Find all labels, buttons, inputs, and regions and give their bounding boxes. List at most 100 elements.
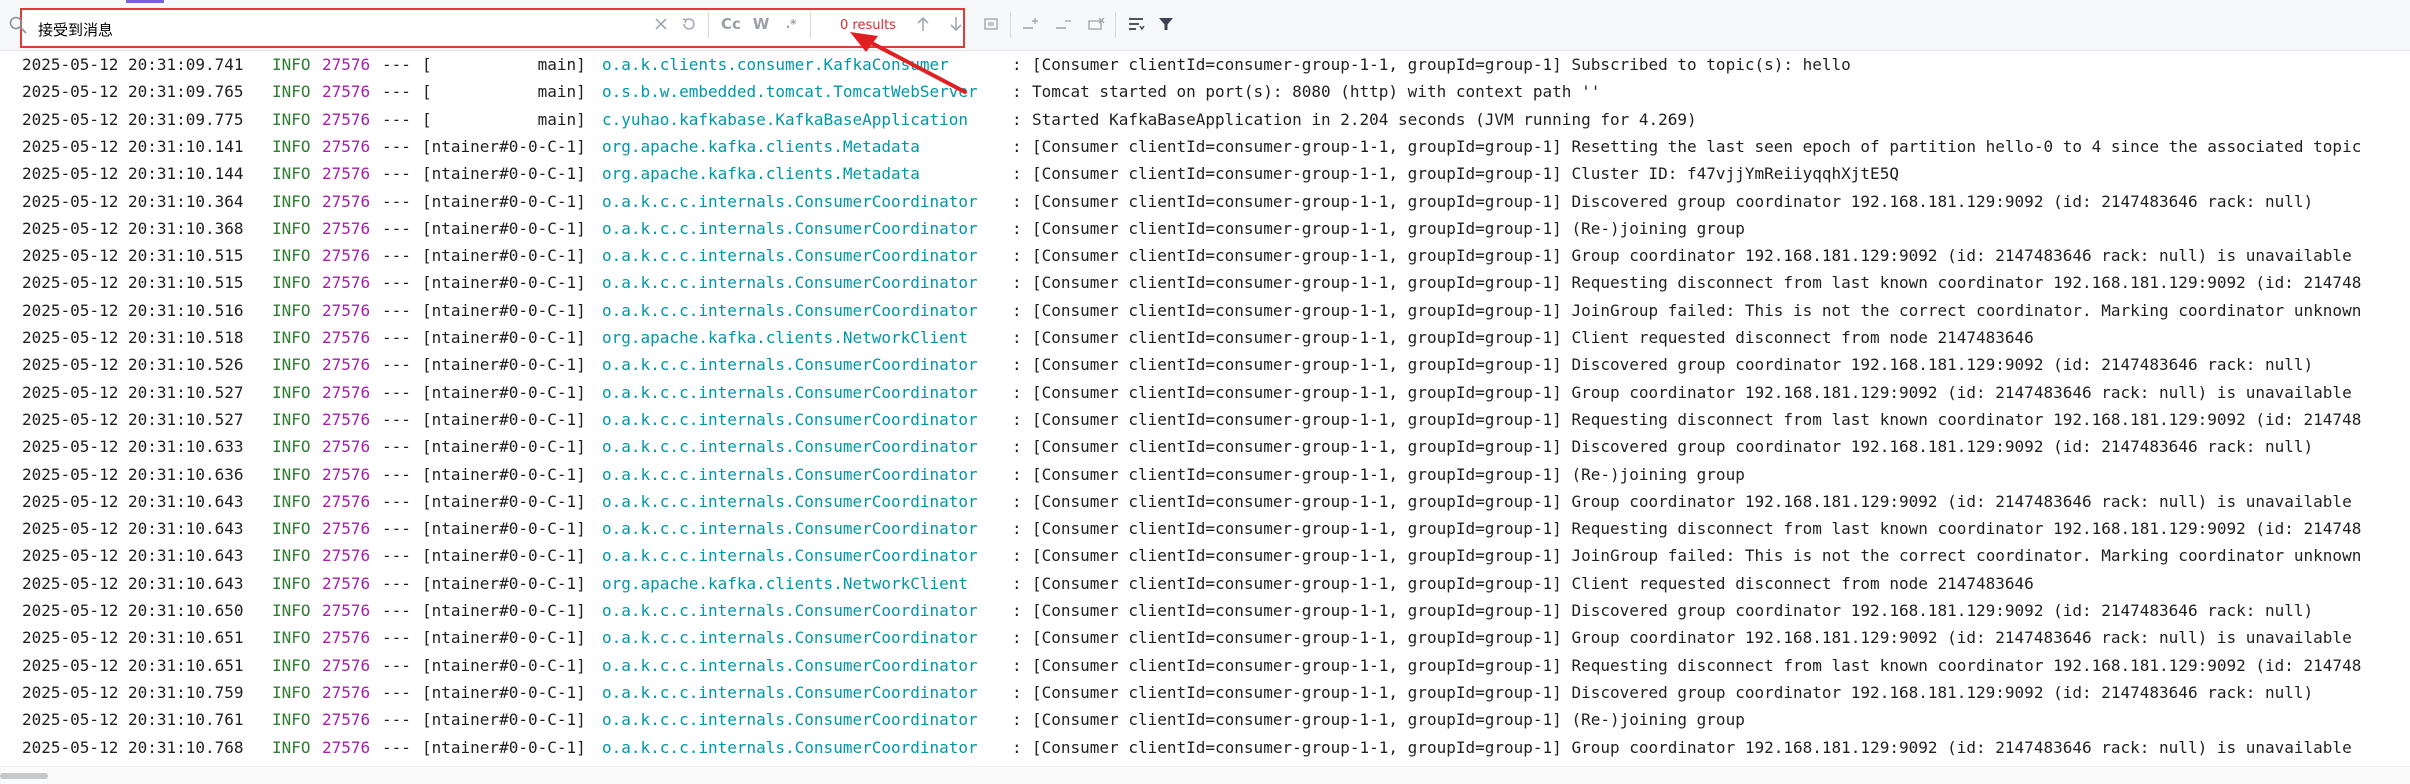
log-line: 2025-05-12 20:31:10.526 INFO 27576 --- [ntai… — [0, 351, 2410, 378]
log-timestamp: 2025-05-12 20:31:10.141 — [22, 136, 244, 156]
log-message: [Consumer clientId=consumer-group-1-1, g… — [1032, 382, 2352, 402]
regex-icon[interactable]: .* — [780, 13, 802, 35]
log-level: INFO — [272, 464, 311, 484]
log-logger: o.a.k.c.c.internals.ConsumerCoordinator — [602, 628, 978, 648]
log-colon: : — [1012, 300, 1022, 320]
log-pid: 27576 — [322, 164, 371, 184]
clear-search-icon[interactable] — [650, 13, 672, 35]
log-separator: --- — [382, 655, 411, 675]
log-colon: : — [1012, 737, 1022, 757]
log-timestamp: 2025-05-12 20:31:10.515 — [22, 246, 244, 266]
log-separator: --- — [382, 218, 411, 238]
log-message: [Consumer clientId=consumer-group-1-1, g… — [1032, 519, 2362, 539]
log-message: [Consumer clientId=consumer-group-1-1, g… — [1032, 218, 1745, 238]
log-message: [Consumer clientId=consumer-group-1-1, g… — [1032, 682, 2314, 702]
log-separator: --- — [382, 191, 411, 211]
log-logger: o.a.k.c.c.internals.ConsumerCoordinator — [602, 655, 978, 675]
log-colon: : — [1012, 55, 1022, 74]
log-level: INFO — [272, 491, 311, 511]
log-thread: [ntainer#0-0-C-1] — [422, 737, 586, 757]
log-level: INFO — [272, 273, 311, 293]
log-separator: --- — [382, 682, 411, 702]
log-colon: : — [1012, 682, 1022, 702]
log-line: 2025-05-12 20:31:10.759 INFO 27576 --- [ntai… — [0, 679, 2410, 706]
log-timestamp: 2025-05-12 20:31:10.144 — [22, 164, 244, 184]
add-occurrence-icon[interactable] — [1020, 13, 1042, 35]
log-level: INFO — [272, 300, 311, 320]
log-pid: 27576 — [322, 573, 371, 593]
log-line: 2025-05-12 20:31:10.527 INFO 27576 --- [ntai… — [0, 406, 2410, 433]
log-level: INFO — [272, 218, 311, 238]
console-log[interactable]: 2025-05-12 20:31:09.741 INFO 27576 --- [ mai… — [0, 50, 2410, 764]
log-logger: o.a.k.c.c.internals.ConsumerCoordinator — [602, 218, 978, 238]
log-colon: : — [1012, 491, 1022, 511]
log-logger: o.a.k.c.c.internals.ConsumerCoordinator — [602, 246, 978, 266]
search-history-icon[interactable] — [678, 13, 700, 35]
log-timestamp: 2025-05-12 20:31:09.765 — [22, 82, 244, 102]
log-logger: o.a.k.c.c.internals.ConsumerCoordinator — [602, 546, 978, 566]
search-icon[interactable] — [8, 15, 30, 37]
log-message: [Consumer clientId=consumer-group-1-1, g… — [1032, 655, 2362, 675]
exclude-occurrence-icon[interactable] — [1085, 13, 1107, 35]
log-level: INFO — [272, 546, 311, 566]
log-colon: : — [1012, 273, 1022, 293]
remove-occurrence-icon[interactable] — [1053, 13, 1075, 35]
log-pid: 27576 — [322, 109, 371, 129]
whole-words-icon[interactable]: W — [750, 13, 772, 35]
toolbar-separator — [810, 12, 811, 38]
log-timestamp: 2025-05-12 20:31:10.643 — [22, 546, 244, 566]
toolbar-separator — [1010, 12, 1011, 38]
log-message: [Consumer clientId=consumer-group-1-1, g… — [1032, 437, 2314, 457]
select-all-occurrences-icon[interactable] — [980, 13, 1002, 35]
log-colon: : — [1012, 218, 1022, 238]
log-logger: o.a.k.c.c.internals.ConsumerCoordinator — [602, 601, 978, 620]
log-timestamp: 2025-05-12 20:31:10.759 — [22, 682, 244, 702]
match-case-icon[interactable]: Cc — [718, 13, 744, 35]
log-separator: --- — [382, 573, 411, 593]
log-separator: --- — [382, 328, 411, 347]
log-thread: [ntainer#0-0-C-1] — [422, 491, 586, 511]
log-pid: 27576 — [322, 601, 371, 620]
log-logger: org.apache.kafka.clients.NetworkClient — [602, 573, 969, 593]
next-occurrence-icon[interactable] — [945, 13, 967, 35]
scrollbar-thumb[interactable] — [0, 773, 48, 779]
search-input[interactable] — [38, 14, 658, 44]
log-separator: --- — [382, 109, 411, 129]
search-box-highlight — [20, 8, 965, 48]
log-thread: [ntainer#0-0-C-1] — [422, 136, 586, 156]
log-line: 2025-05-12 20:31:09.741 INFO 27576 --- [ mai… — [0, 51, 2410, 78]
filter-options-icon[interactable] — [1125, 13, 1147, 35]
filter-icon[interactable] — [1155, 13, 1177, 35]
log-line: 2025-05-12 20:31:10.643 INFO 27576 --- [ntai… — [0, 488, 2410, 515]
log-thread: [ntainer#0-0-C-1] — [422, 682, 586, 702]
previous-occurrence-icon[interactable] — [912, 13, 934, 35]
log-separator: --- — [382, 382, 411, 402]
log-thread: [ntainer#0-0-C-1] — [422, 628, 586, 648]
log-timestamp: 2025-05-12 20:31:10.643 — [22, 491, 244, 511]
log-line: 2025-05-12 20:31:10.144 INFO 27576 --- [ntai… — [0, 160, 2410, 187]
log-pid: 27576 — [322, 682, 371, 702]
log-pid: 27576 — [322, 409, 371, 429]
log-message: [Consumer clientId=consumer-group-1-1, g… — [1032, 409, 2362, 429]
log-line: 2025-05-12 20:31:10.761 INFO 27576 --- [ntai… — [0, 706, 2410, 733]
horizontal-scrollbar[interactable] — [0, 766, 2410, 784]
log-message: [Consumer clientId=consumer-group-1-1, g… — [1032, 273, 2362, 293]
log-logger: org.apache.kafka.clients.Metadata — [602, 136, 920, 156]
log-colon: : — [1012, 546, 1022, 566]
log-pid: 27576 — [322, 491, 371, 511]
log-level: INFO — [272, 437, 311, 457]
log-timestamp: 2025-05-12 20:31:10.516 — [22, 300, 244, 320]
log-message: [Consumer clientId=consumer-group-1-1, g… — [1032, 136, 2362, 156]
log-message: [Consumer clientId=consumer-group-1-1, g… — [1032, 628, 2352, 648]
log-logger: o.a.k.c.c.internals.ConsumerCoordinator — [602, 464, 978, 484]
log-separator: --- — [382, 55, 411, 74]
log-timestamp: 2025-05-12 20:31:10.643 — [22, 573, 244, 593]
log-separator: --- — [382, 82, 411, 102]
log-line: 2025-05-12 20:31:09.765 INFO 27576 --- [ mai… — [0, 78, 2410, 105]
log-timestamp: 2025-05-12 20:31:09.741 — [22, 55, 244, 74]
log-pid: 27576 — [322, 519, 371, 539]
log-separator: --- — [382, 601, 411, 620]
log-colon: : — [1012, 628, 1022, 648]
log-logger: org.apache.kafka.clients.Metadata — [602, 164, 920, 184]
log-line: 2025-05-12 20:31:10.643 INFO 27576 --- [ntai… — [0, 542, 2410, 569]
